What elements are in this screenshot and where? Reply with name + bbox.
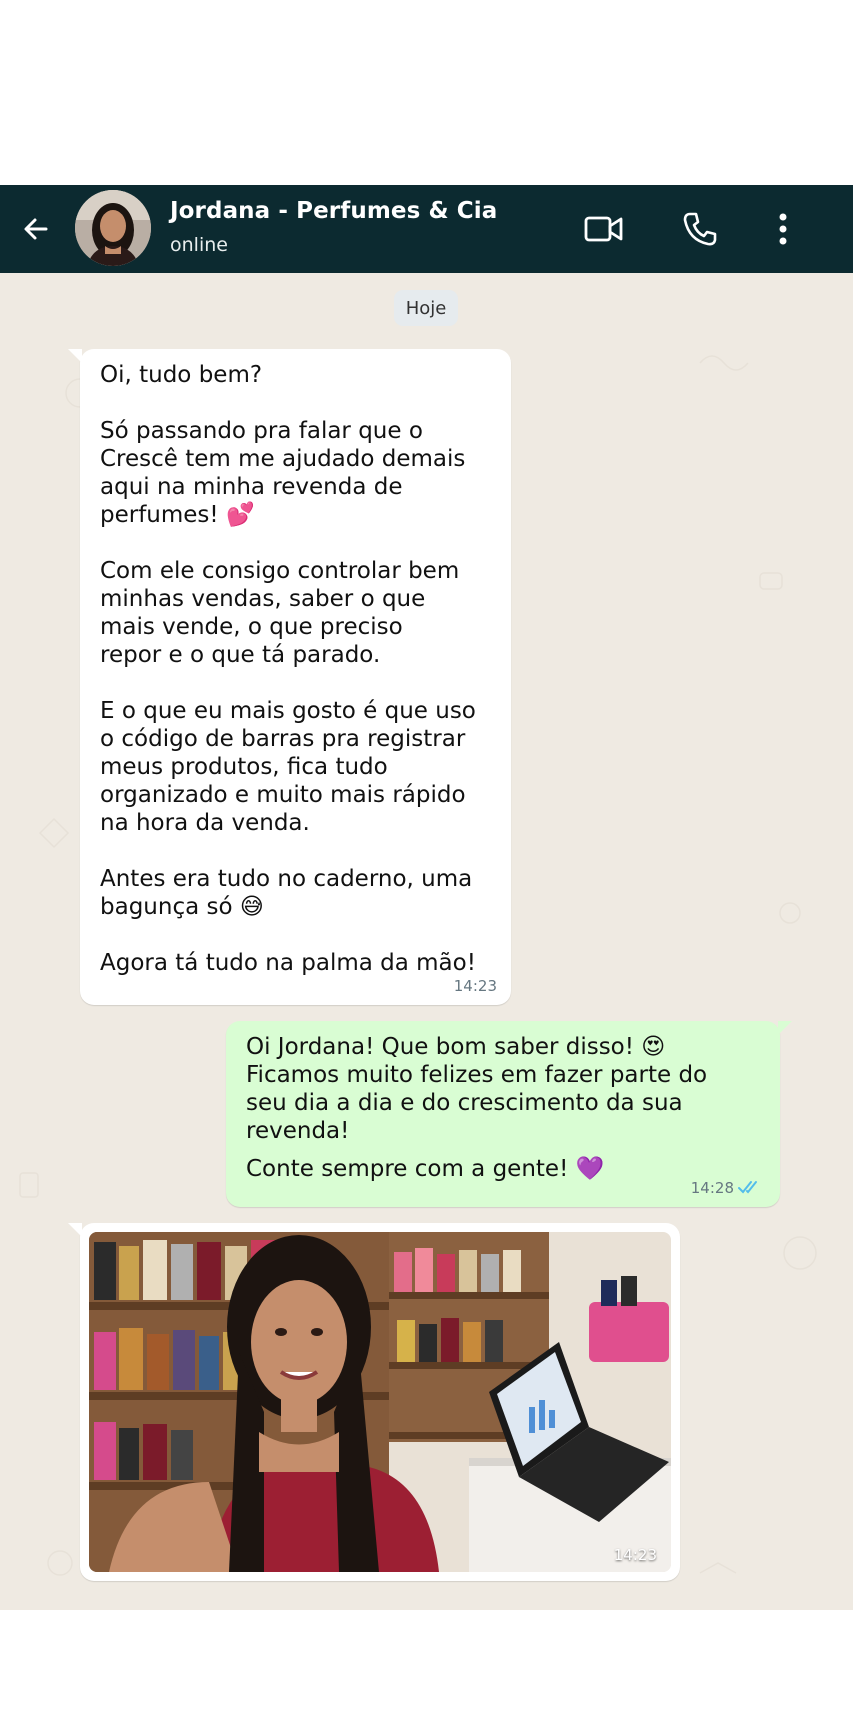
avatar-photo [75, 190, 151, 266]
photo-selfie-perfume-shop [89, 1232, 671, 1572]
shared-photo[interactable]: 14:23 [89, 1232, 671, 1572]
incoming-message-bubble[interactable]: Oi, tudo bem? Só passando pra falar que … [68, 349, 511, 1005]
message-timestamp: 14:23 [453, 977, 497, 995]
chat-header: Jordana - Perfumes & Cia online [0, 185, 853, 273]
voice-call-button[interactable] [676, 205, 724, 253]
video-call-button[interactable] [580, 205, 628, 253]
whatsapp-chat-screen: Jordana - Perfumes & Cia online Hoje Oi,… [0, 0, 853, 1728]
message-paragraph: Agora tá tudo na palma da mão! [100, 950, 476, 976]
arrow-left-icon [24, 218, 48, 240]
message-paragraph: Antes era tudo no caderno, uma bagunça s… [100, 866, 473, 920]
bubble-tail [68, 1223, 82, 1237]
message-timestamp: 14:23 [613, 1546, 657, 1564]
contact-name[interactable]: Jordana - Perfumes & Cia [170, 198, 497, 224]
more-vertical-icon [779, 213, 787, 245]
bubble-tail [68, 349, 82, 363]
contact-status: online [170, 234, 228, 256]
message-paragraph: Oi, tudo bem? [100, 362, 263, 388]
message-paragraph: Com ele consigo controlar bem minhas ven… [100, 558, 460, 668]
message-timestamp: 14:28 [690, 1179, 734, 1197]
video-camera-icon [584, 216, 623, 242]
phone-icon [683, 212, 717, 246]
message-paragraph: Só passando pra falar que o Crescê tem m… [100, 418, 466, 528]
incoming-image-message[interactable]: 14:23 [68, 1223, 680, 1581]
chat-area[interactable]: Hoje Oi, tudo bem? Só passando pra falar… [0, 273, 853, 1610]
avatar[interactable] [75, 190, 151, 266]
double-check-read-icon [738, 1181, 757, 1194]
back-button[interactable] [14, 207, 58, 251]
date-separator: Hoje [394, 290, 458, 326]
outgoing-message-bubble[interactable]: Oi Jordana! Que bom saber disso! 😍 Ficam… [226, 1021, 792, 1207]
message-paragraph: Oi Jordana! Que bom saber disso! 😍 Ficam… [246, 1034, 708, 1144]
menu-button[interactable] [759, 205, 807, 253]
message-paragraph: E o que eu mais gosto é que uso o código… [100, 698, 476, 836]
bubble-tail [778, 1021, 792, 1035]
